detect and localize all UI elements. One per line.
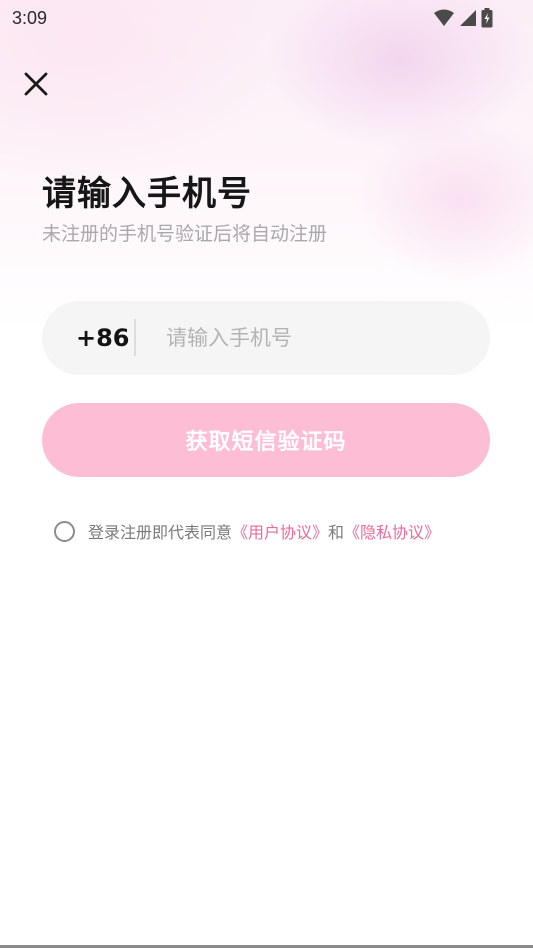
header-background (0, 0, 533, 330)
divider (134, 319, 136, 356)
phone-input-container: +86 (42, 301, 490, 375)
status-bar: 3:09 (0, 0, 533, 36)
get-sms-code-button[interactable]: 获取短信验证码 (42, 403, 490, 477)
user-agreement-link[interactable]: 《用户协议》 (232, 519, 328, 543)
status-icons (433, 8, 493, 28)
battery-charging-icon (481, 8, 493, 28)
page-title: 请输入手机号 (42, 174, 252, 214)
agreement-checkbox[interactable] (54, 520, 75, 542)
agreement-prefix-text: 登录注册即代表同意 (88, 523, 233, 542)
wifi-icon (433, 9, 455, 27)
cellular-signal-icon (459, 9, 477, 27)
agreement-row: 登录注册即代表同意 《用户协议》 和 《隐私协议》 (54, 519, 440, 543)
agreement-conjunction-text: 和 (328, 523, 345, 542)
country-code[interactable]: +86 (76, 301, 130, 375)
privacy-policy-link[interactable]: 《隐私协议》 (344, 519, 440, 543)
status-time: 3:09 (12, 8, 48, 28)
phone-number-input[interactable] (166, 318, 466, 358)
page-subtitle: 未注册的手机号验证后将自动注册 (42, 223, 328, 245)
close-icon (24, 72, 48, 100)
close-button[interactable] (16, 66, 56, 106)
